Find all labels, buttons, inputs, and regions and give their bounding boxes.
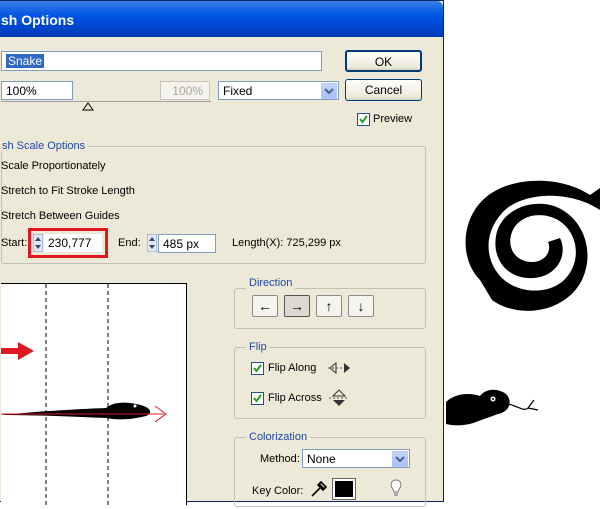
snake-silhouette — [1, 402, 151, 420]
name-value: Snake — [6, 54, 45, 68]
flip-along-icon — [328, 361, 352, 375]
scale-value: 100% — [6, 84, 37, 98]
option-stretch-to-fit[interactable]: Stretch to Fit Stroke Length — [1, 185, 135, 197]
snake-brush-artwork — [446, 389, 539, 426]
method-label: Method: — [260, 453, 300, 465]
scale-options-label: sh Scale Options — [0, 140, 89, 152]
length-readout: Length(X): 725,299 px — [232, 237, 341, 249]
start-spinner-icon[interactable] — [32, 233, 44, 253]
checkmark-icon — [253, 364, 262, 373]
scale-mode-select[interactable]: Fixed — [218, 81, 339, 100]
start-input[interactable]: 230,777 — [44, 234, 102, 252]
flip-along-checkbox[interactable] — [251, 362, 264, 375]
end-value: 485 px — [163, 237, 200, 251]
key-color-swatch[interactable] — [332, 478, 356, 500]
scale-slider-track[interactable] — [1, 101, 211, 102]
arrow-left-icon[interactable]: ← — [252, 295, 278, 317]
scale-input[interactable]: 100% — [1, 81, 73, 100]
key-color-label: Key Color: — [252, 485, 304, 497]
end-label: End: — [118, 237, 141, 249]
preview-label: Preview — [373, 113, 413, 125]
arrow-up-icon[interactable]: ↑ — [316, 295, 342, 317]
end-spinner-icon[interactable] — [146, 233, 158, 253]
preview-checkbox[interactable] — [357, 113, 370, 126]
arrow-down-icon[interactable]: ↓ — [348, 295, 374, 317]
preview-drawing — [0, 284, 167, 506]
scale-mode-value: Fixed — [223, 84, 253, 98]
slider-thumb-icon[interactable] — [82, 102, 94, 111]
chevron-down-icon[interactable] — [392, 451, 408, 467]
brush-preview-canvas — [0, 283, 187, 506]
checkmark-icon — [253, 394, 262, 403]
key-color-fill — [335, 481, 353, 497]
option-stretch-between-guides[interactable]: Stretch Between Guides — [1, 210, 120, 222]
end-input[interactable]: 485 px — [158, 234, 216, 253]
title-bar[interactable]: sh Options — [0, 1, 443, 37]
brush-options-dialog: sh Options Snake OK Cancel 100% 100% Fix… — [0, 0, 444, 507]
flip-across-icon — [329, 389, 349, 406]
colorization-label: Colorization — [246, 431, 311, 443]
red-arrow-icon — [0, 342, 34, 360]
cancel-button[interactable]: Cancel — [345, 79, 422, 101]
start-label: Start: — [1, 237, 28, 249]
checkmark-icon — [359, 115, 368, 124]
scale-variation-input: 100% — [160, 81, 210, 100]
flip-label: Flip — [246, 341, 270, 353]
arrow-right-icon[interactable]: → — [284, 295, 310, 317]
dialog-title: sh Options — [1, 12, 75, 28]
method-value: None — [307, 452, 336, 466]
chevron-down-icon[interactable] — [321, 83, 337, 99]
direction-label: Direction — [246, 277, 296, 289]
flip-along-label: Flip Along — [268, 362, 317, 374]
name-input[interactable]: Snake — [1, 51, 322, 71]
method-select[interactable]: None — [302, 449, 410, 468]
scale-variation-value: 100% — [172, 84, 203, 98]
option-scale-proportionately[interactable]: Scale Proportionately — [1, 160, 106, 172]
flip-across-checkbox[interactable] — [251, 392, 264, 405]
flip-across-label: Flip Across — [268, 392, 322, 404]
lightbulb-icon[interactable] — [388, 478, 404, 498]
eyedropper-icon[interactable] — [309, 479, 327, 499]
spiral-brush-artwork — [465, 180, 600, 311]
ok-button[interactable]: OK — [345, 50, 422, 72]
start-value: 230,777 — [48, 236, 92, 250]
